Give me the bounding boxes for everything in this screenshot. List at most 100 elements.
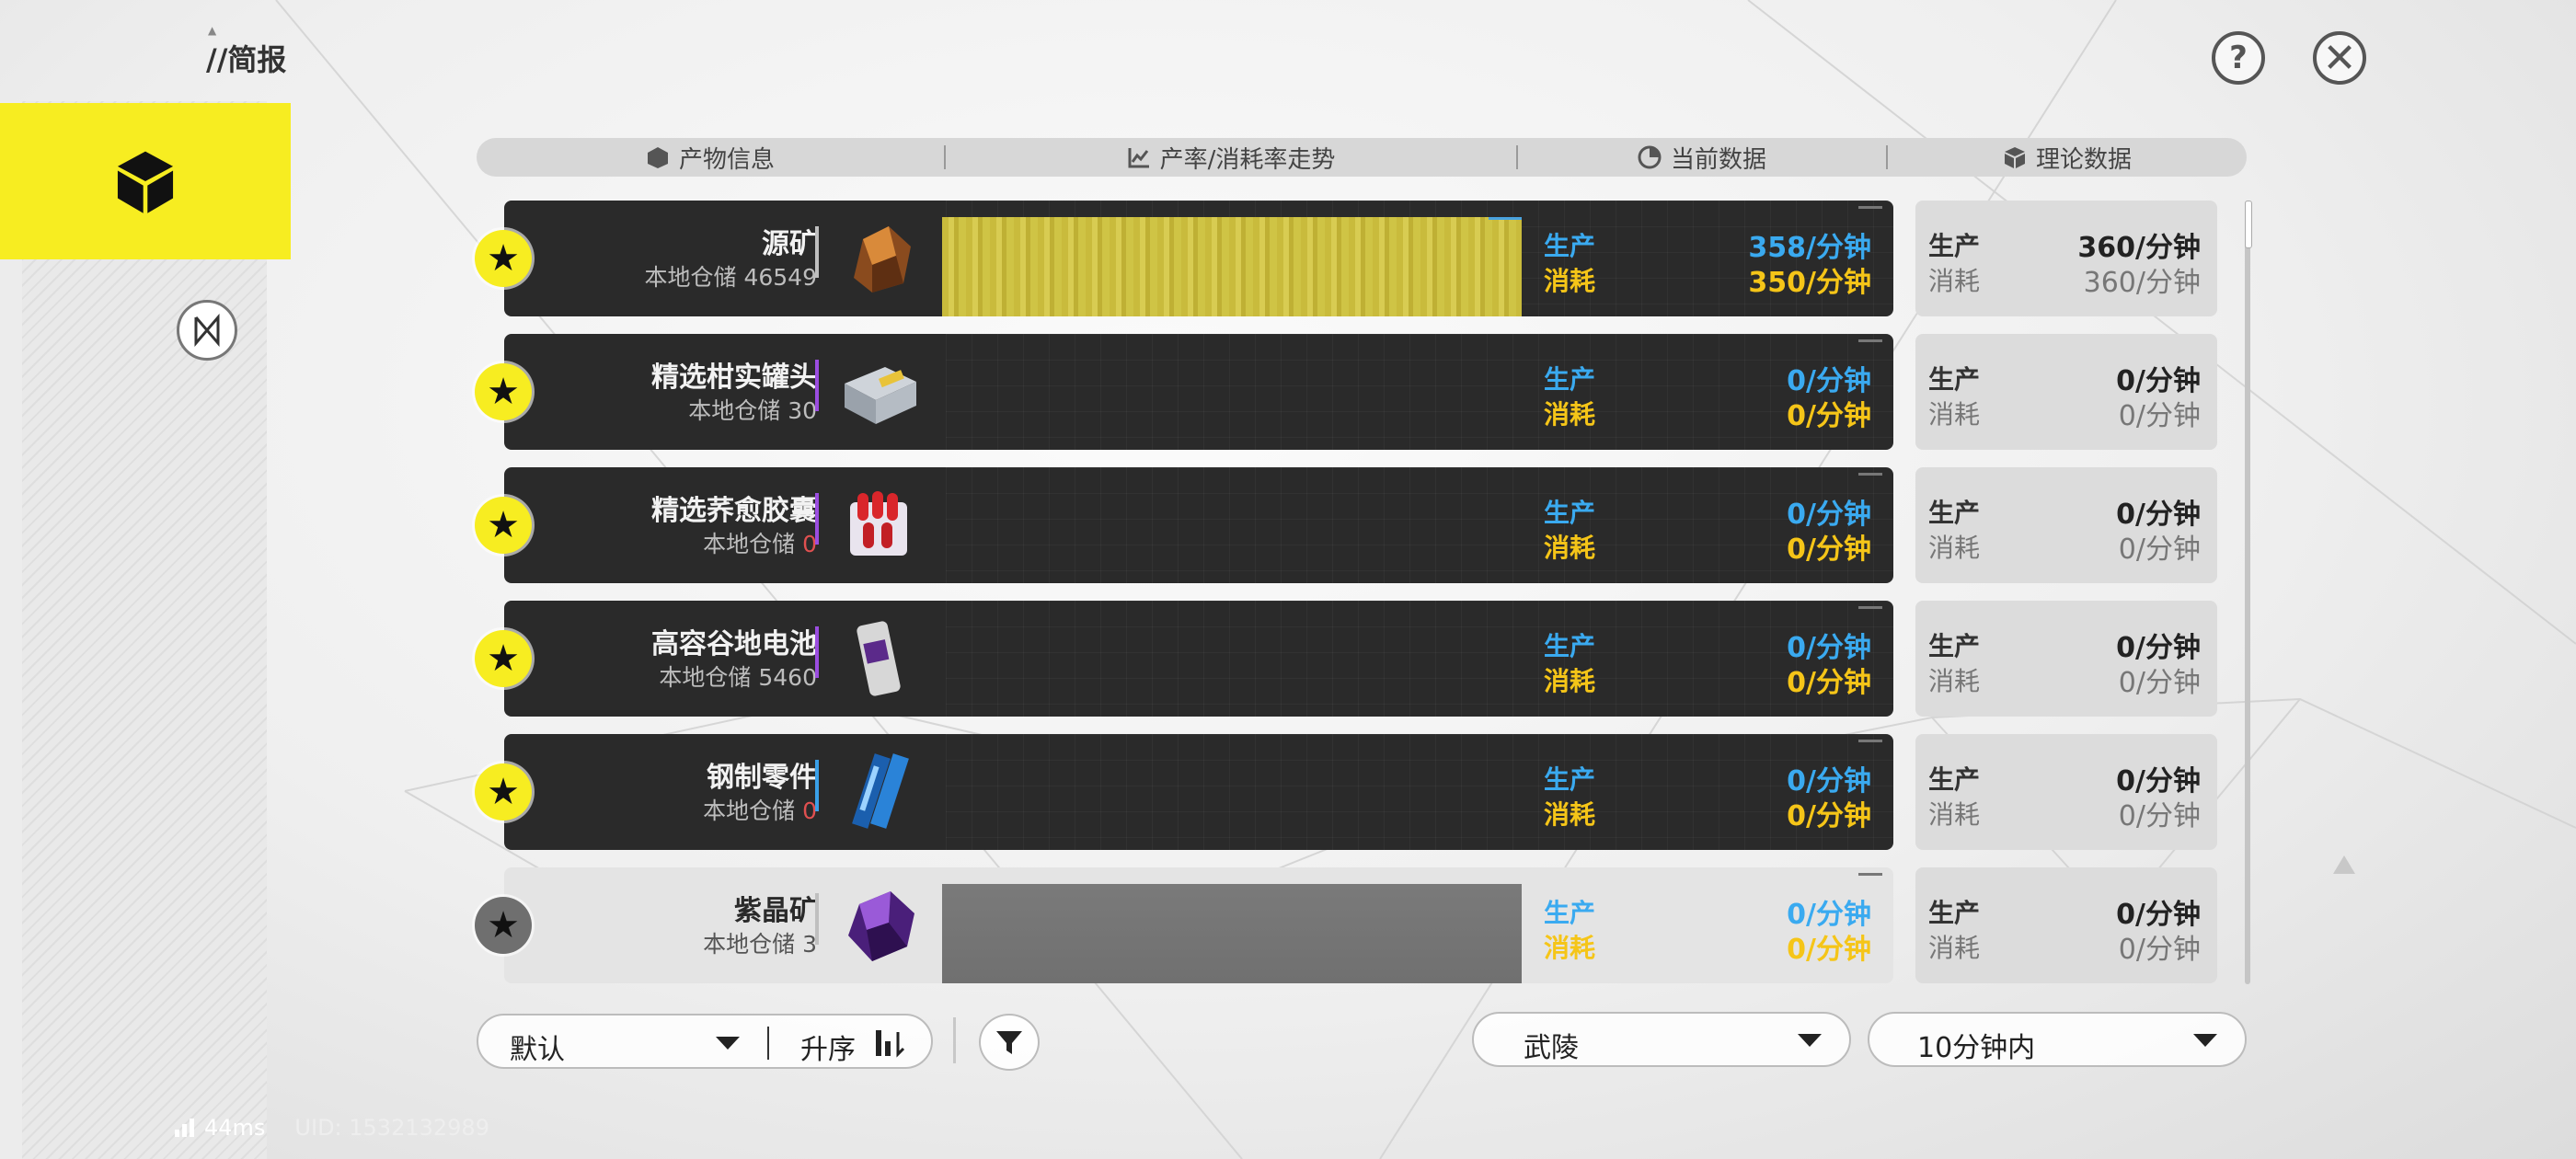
product-row[interactable]: 源矿 本地仓储 46549 生产 消耗 358/分钟 350/分钟	[504, 201, 1893, 316]
rarity-accent-bar	[815, 360, 819, 411]
storage-label: 本地仓储	[688, 397, 788, 424]
production-label: 生产	[1544, 231, 1596, 261]
scrollbar-thumb[interactable]	[2245, 201, 2252, 248]
table-header: 产物信息 产率/消耗率走势 当前数据 理论数据	[477, 138, 2247, 177]
production-label: 生产	[1928, 498, 1981, 528]
region-select-value: 武陵	[1524, 1032, 1579, 1064]
scrollbar-track[interactable]	[2245, 201, 2250, 984]
sidebar-item-production-brief[interactable]	[0, 103, 291, 259]
product-name: 钢制零件	[707, 762, 817, 794]
time-range-select-value: 10分钟内	[1917, 1032, 2036, 1064]
consumption-label: 消耗	[1544, 666, 1596, 696]
product-item-icon	[835, 614, 924, 702]
theory-data-card: 生产 消耗 0/分钟 0/分钟	[1915, 601, 2217, 717]
chevron-down-icon	[1798, 1034, 1822, 1047]
uid-value: UID: 1532132989	[294, 1115, 489, 1141]
help-button[interactable]: ?	[2212, 31, 2265, 85]
trend-chart	[942, 884, 1522, 983]
consumption-label: 消耗	[1928, 799, 1981, 830]
product-row[interactable]: 钢制零件 本地仓储 0 生产 消耗 0/分钟 0/分钟	[504, 734, 1893, 850]
product-row[interactable]: 精选荞愈胶囊 本地仓储 0 生产 消耗 0/分钟 0/分钟	[504, 467, 1893, 583]
production-label: 生产	[1544, 498, 1596, 528]
storage-label: 本地仓储	[659, 664, 759, 691]
time-range-select[interactable]: 10分钟内	[1868, 1012, 2247, 1067]
column-label: 产率/消耗率走势	[1159, 145, 1336, 174]
production-label: 生产	[1544, 898, 1596, 928]
consumption-label: 消耗	[1544, 799, 1596, 830]
product-name: 精选柑实罐头	[651, 361, 817, 394]
trend-chart-line	[1489, 217, 1522, 220]
theory-consumption-value: 0/分钟	[2118, 534, 2201, 566]
product-row[interactable]: 紫晶矿 本地仓储 3 生产 消耗 0/分钟 0/分钟	[504, 867, 1893, 983]
rarity-accent-bar	[815, 226, 819, 278]
production-label: 生产	[1928, 898, 1981, 928]
current-consumption-value: 0/分钟	[1787, 667, 1871, 699]
column-theory-data: 理论数据	[1888, 138, 2247, 177]
favorite-star-button[interactable]: ★	[475, 897, 532, 954]
storage-label: 本地仓储	[703, 531, 803, 557]
product-row[interactable]: 高容谷地电池 本地仓储 5460 生产 消耗 0/分钟 0/分钟	[504, 601, 1893, 717]
storage-label: 本地仓储	[644, 264, 744, 291]
consumption-label: 消耗	[1544, 533, 1596, 563]
corner-marker	[1858, 339, 1882, 342]
current-consumption-value: 0/分钟	[1787, 534, 1871, 566]
column-trend: 产率/消耗率走势	[946, 138, 1516, 177]
star-icon: ★	[487, 904, 520, 947]
favorite-star-button[interactable]: ★	[475, 497, 532, 554]
close-button[interactable]: ✕	[2313, 31, 2366, 85]
favorite-star-button[interactable]: ★	[475, 230, 532, 287]
consumption-label: 消耗	[1928, 933, 1981, 963]
signal-icon	[175, 1119, 194, 1137]
column-label: 当前数据	[1670, 145, 1766, 174]
theory-data-card: 生产 消耗 0/分钟 0/分钟	[1915, 334, 2217, 450]
sort-order-label[interactable]: 升序	[800, 1027, 856, 1067]
filter-button[interactable]	[979, 1014, 1040, 1071]
product-item-icon	[835, 480, 924, 568]
star-icon: ★	[487, 237, 520, 280]
sort-control[interactable]: 默认 升序	[477, 1014, 933, 1069]
storage-label: 本地仓储	[703, 931, 803, 958]
theory-consumption-value: 0/分钟	[2118, 934, 2201, 966]
grid-background	[946, 334, 1893, 450]
grid-background	[946, 734, 1893, 850]
product-storage: 本地仓储 5460	[659, 660, 817, 693]
product-item-icon	[835, 747, 924, 835]
theory-consumption-value: 0/分钟	[2118, 667, 2201, 699]
production-label: 生产	[1928, 631, 1981, 661]
star-icon: ★	[487, 771, 520, 813]
theory-data-card: 生产 消耗 0/分钟 0/分钟	[1915, 867, 2217, 983]
consumption-label: 消耗	[1544, 266, 1596, 296]
product-item-icon	[835, 213, 924, 302]
star-icon: ★	[487, 371, 520, 413]
chevron-down-icon	[2193, 1034, 2217, 1047]
product-name: 紫晶矿	[734, 895, 817, 927]
consumption-label: 消耗	[1544, 399, 1596, 430]
network-icon	[194, 314, 220, 347]
region-select[interactable]: 武陵	[1472, 1012, 1851, 1067]
column-label: 产物信息	[678, 145, 775, 174]
consumption-label: 消耗	[1928, 266, 1981, 296]
sort-mode-label[interactable]: 默认	[510, 1027, 565, 1067]
divider	[767, 1027, 769, 1060]
rarity-accent-bar	[815, 760, 819, 811]
favorite-star-button[interactable]: ★	[475, 363, 532, 420]
chart-icon	[1128, 148, 1149, 168]
consumption-label: 消耗	[1928, 666, 1981, 696]
consumption-label: 消耗	[1928, 399, 1981, 430]
product-name: 源矿	[762, 228, 817, 260]
corner-marker	[1858, 606, 1882, 609]
column-product-info: 产物信息	[477, 138, 944, 177]
pie-icon	[1638, 145, 1662, 169]
brief-logo: ▲	[208, 24, 218, 37]
product-row[interactable]: 精选柑实罐头 本地仓储 30 生产 消耗 0/分钟 0/分钟	[504, 334, 1893, 450]
product-item-icon	[835, 880, 924, 969]
grid-background	[946, 467, 1893, 583]
favorite-star-button[interactable]: ★	[475, 763, 532, 820]
favorite-star-button[interactable]: ★	[475, 630, 532, 687]
product-storage: 本地仓储 30	[688, 393, 817, 426]
corner-marker	[1858, 473, 1882, 476]
sidebar-item-network[interactable]	[177, 300, 237, 361]
column-label: 理论数据	[2035, 145, 2132, 174]
product-name: 高容谷地电池	[651, 628, 817, 660]
status-bar: 44ms UID: 1532132989	[175, 1115, 489, 1141]
